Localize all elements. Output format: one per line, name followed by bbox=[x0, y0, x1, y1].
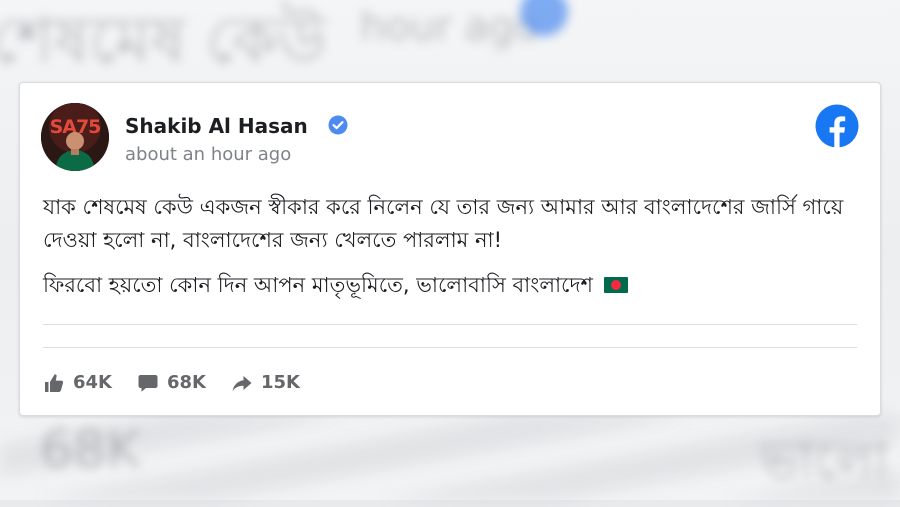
post-card: SA75 Shakib Al Hasan about an hour ago য… bbox=[19, 82, 881, 416]
engagement-stats: 64K 68K 15K bbox=[44, 372, 326, 393]
post-text-paragraph-2: ফিরবো হয়তো কোন দিন আপন মাতৃভূমিতে, ভালো… bbox=[43, 269, 863, 302]
avatar[interactable]: SA75 bbox=[41, 103, 109, 171]
background-blur-text-bottom: 68K bbox=[40, 420, 141, 480]
bangladesh-flag-icon bbox=[603, 277, 628, 293]
author-name[interactable]: Shakib Al Hasan bbox=[125, 114, 308, 138]
comment-bubble-icon bbox=[138, 374, 158, 392]
post-timestamp[interactable]: about an hour ago bbox=[125, 144, 291, 165]
comment-count: 68K bbox=[167, 372, 206, 393]
verified-badge-icon bbox=[328, 115, 348, 135]
facebook-icon[interactable] bbox=[815, 104, 859, 148]
avatar-image: SA75 bbox=[41, 103, 109, 171]
share-count: 15K bbox=[261, 372, 300, 393]
divider bbox=[43, 324, 857, 325]
share-stat[interactable]: 15K bbox=[232, 372, 300, 393]
divider bbox=[43, 347, 857, 348]
background-blur-timestamp: hour ago bbox=[360, 4, 539, 50]
post-text-paragraph-1: যাক শেষমেষ কেউ একজন স্বীকার করে নিলেন যে… bbox=[43, 195, 844, 252]
like-thumb-icon bbox=[45, 373, 64, 392]
background-blur-text-bottom-right: ভালো bbox=[760, 431, 889, 491]
share-arrow-icon bbox=[232, 375, 252, 391]
like-stat[interactable]: 64K bbox=[44, 372, 112, 393]
post-text-paragraph-2-text: ফিরবো হয়তো কোন দিন আপন মাতৃভূমিতে, ভালো… bbox=[43, 273, 593, 297]
like-count: 64K bbox=[73, 372, 112, 393]
comment-stat[interactable]: 68K bbox=[138, 372, 206, 393]
